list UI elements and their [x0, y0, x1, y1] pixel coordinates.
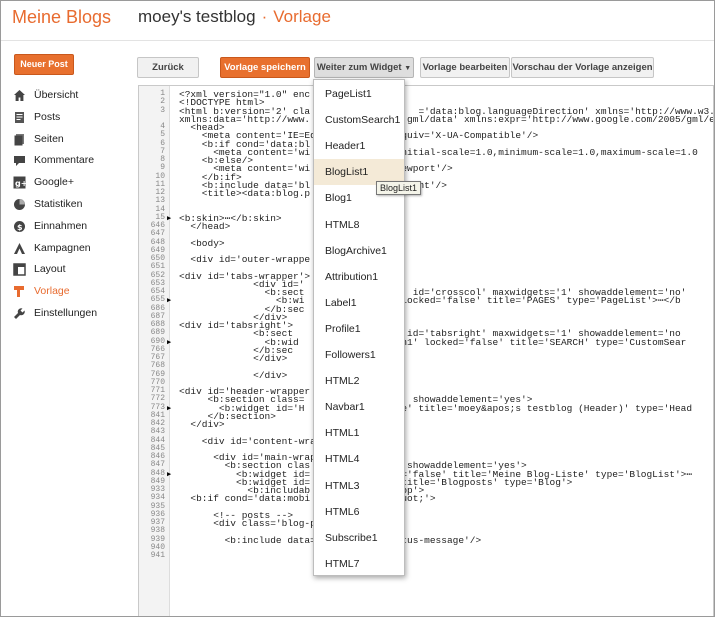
sidebar-item-label: Einstellungen [34, 306, 98, 319]
dropdown-item[interactable]: HTML3 [314, 473, 404, 499]
google-plus-icon: g+ [13, 176, 26, 189]
dropdown-item[interactable]: HTML8 [314, 212, 404, 238]
home-icon [13, 89, 26, 102]
code-line: <body> [179, 237, 225, 249]
sidebar-item-label: Seiten [34, 132, 64, 145]
new-post-button[interactable]: Neuer Post [14, 54, 74, 75]
campaigns-icon [13, 242, 26, 255]
sidebar-item-label: Layout [34, 263, 66, 276]
pages-icon [13, 133, 26, 146]
sidebar-nav: Übersicht Posts Seiten Kommentare g+ Google+ S… [13, 85, 123, 325]
fold-arrow-icon[interactable]: ▶ [167, 338, 171, 347]
code-editor[interactable]: 1 2 3 4 5 6 7 8 9 10 11 12 13 14 15 ▶ 646 647 648 649 650 651… [138, 85, 714, 616]
sidebar-item-pages[interactable]: Seiten [13, 129, 123, 151]
wrench-icon [13, 307, 26, 320]
stats-icon [13, 198, 26, 211]
dropdown-item[interactable]: Profile1 [314, 316, 404, 342]
sidebar-item-label: Statistiken [34, 197, 83, 210]
jump-to-widget-label: Weiter zum Widget [316, 62, 402, 73]
sidebar-item-home[interactable]: Übersicht [13, 85, 123, 107]
sidebar-item-posts[interactable]: Posts [13, 107, 123, 129]
app-window: Meine Blogs moey's testblog · Vorlage Neue… [0, 0, 715, 617]
sidebar-item-label: Posts [34, 110, 61, 123]
dropdown-item[interactable]: HTML7 [314, 551, 404, 577]
fold-arrow-icon[interactable]: ▶ [167, 296, 171, 305]
dropdown-item[interactable]: HTML4 [314, 446, 404, 472]
svg-text:$: $ [17, 223, 23, 232]
sidebar-item-stats[interactable]: Statistiken [13, 194, 123, 216]
sidebar-item-label: Einnahmen [34, 219, 88, 232]
sidebar-item-label: Kommentare [34, 154, 95, 167]
dropdown-item[interactable]: PageList1 [314, 81, 404, 107]
breadcrumb: Vorlage [273, 7, 331, 26]
svg-text:g+: g+ [15, 179, 26, 188]
earnings-icon: $ [13, 220, 26, 233]
dropdown-item[interactable]: Subscribe1 [314, 525, 404, 551]
layout-icon [13, 263, 26, 277]
code-line: <div id='content-wra [179, 435, 316, 447]
brand-link[interactable]: Meine Blogs [12, 7, 111, 28]
code-line: <div id='outer-wrappe [179, 254, 311, 265]
fold-arrow-icon[interactable]: ▶ [167, 214, 171, 223]
line-gutter: 1 2 3 4 5 6 7 8 9 10 11 12 13 14 15 ▶ 646 647 648 649 650 651… [139, 86, 171, 616]
sidebar-item-template[interactable]: Vorlage [13, 281, 123, 303]
dropdown-item[interactable]: HTML6 [314, 499, 404, 525]
fold-arrow-icon[interactable]: ▶ [167, 404, 171, 413]
tooltip: BlogList1 [376, 181, 422, 195]
dropdown-item[interactable]: HTML1 [314, 420, 404, 446]
sidebar-item-google-plus[interactable]: g+ Google+ [13, 172, 123, 194]
comments-icon [13, 154, 26, 167]
dropdown-item[interactable]: Header1 [314, 133, 404, 159]
title-separator: · [261, 7, 268, 26]
dropdown-item[interactable]: CustomSearch1 [314, 107, 404, 133]
dropdown-item[interactable]: Followers1 [314, 342, 404, 368]
dropdown-item[interactable]: Label1 [314, 290, 404, 316]
sidebar-item-label: Vorlage [34, 285, 70, 298]
code-line: xmlns:data='http://www. gml/data' xmlns:… [179, 113, 714, 125]
jump-to-widget-button[interactable]: Weiter zum Widget ▼ [314, 57, 414, 78]
code-line: </div> [179, 419, 225, 430]
widget-dropdown-menu: PageList1 CustomSearch1 Header1 BlogList1 Bl… [313, 79, 405, 576]
edit-template-button[interactable]: Vorlage bearbeiten [420, 57, 510, 78]
code-line: </div> [179, 353, 288, 364]
code-line: </div> [179, 369, 288, 381]
line-number: 941 [150, 551, 165, 560]
back-button[interactable]: Zurück [137, 57, 199, 78]
fold-arrow-icon[interactable]: ▶ [167, 470, 171, 479]
dropdown-item[interactable]: Navbar1 [314, 394, 404, 420]
save-template-button[interactable]: Vorlage speichern [220, 57, 310, 78]
line-number: 3 [160, 105, 165, 115]
top-bar: Meine Blogs moey's testblog · Vorlage [1, 1, 714, 41]
blog-title[interactable]: moey's testblog [138, 7, 256, 26]
page-title: moey's testblog · Vorlage [138, 7, 331, 27]
sidebar-item-comments[interactable]: Kommentare [13, 150, 123, 172]
sidebar-item-label: Google+ [34, 176, 74, 189]
sidebar-item-wrench[interactable]: Einstellungen [13, 303, 123, 325]
dropdown-item[interactable]: HTML2 [314, 368, 404, 394]
code-line: </head> [179, 221, 231, 232]
sidebar-item-earnings[interactable]: $ Einnahmen [13, 216, 123, 238]
dropdown-item[interactable]: BlogArchive1 [314, 238, 404, 264]
sidebar-item-label: Kampagnen [34, 241, 91, 254]
sidebar-item-layout[interactable]: Layout [13, 259, 123, 281]
sidebar-item-label: Übersicht [34, 89, 79, 101]
code-line: <meta content='wi ,initial-scale=1.0,min… [179, 146, 698, 158]
sidebar-item-campaigns[interactable]: Kampagnen [13, 238, 123, 260]
posts-icon [13, 111, 26, 124]
dropdown-item[interactable]: Attribution1 [314, 264, 404, 290]
template-icon [13, 285, 26, 298]
chevron-down-icon: ▼ [404, 65, 412, 72]
preview-template-button[interactable]: Vorschau der Vorlage anzeigen [511, 57, 654, 78]
